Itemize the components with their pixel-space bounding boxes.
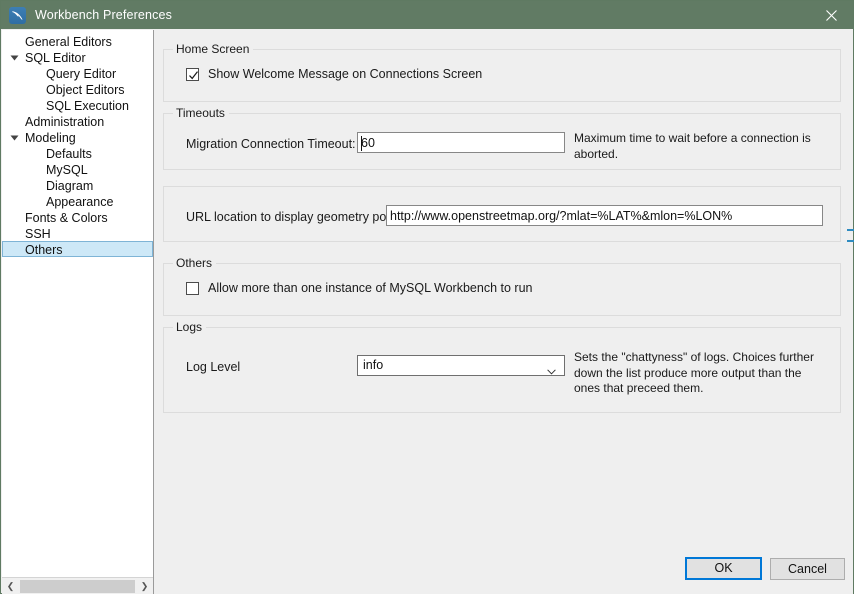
allow-multiple-instances-checkbox-row[interactable]: Allow more than one instance of MySQL Wo… <box>186 281 532 295</box>
chevron-down-icon[interactable] <box>547 362 556 381</box>
logs-legend: Logs <box>173 320 206 334</box>
sidebar-item-label: Others <box>25 243 63 257</box>
sidebar-item-diagram[interactable]: Diagram <box>2 177 153 193</box>
preferences-sidebar: General Editors SQL Editor Query Editor … <box>2 30 154 594</box>
show-welcome-message-checkbox-row[interactable]: Show Welcome Message on Connections Scre… <box>186 67 482 81</box>
geometry-url-label: URL location to display geometry point: <box>186 210 403 224</box>
sidebar-item-label: Appearance <box>46 195 113 209</box>
sidebar-item-label: SQL Editor <box>25 51 86 65</box>
sidebar-item-fonts-and-colors[interactable]: Fonts & Colors <box>2 209 153 225</box>
timeouts-legend: Timeouts <box>173 106 229 120</box>
close-icon[interactable] <box>809 1 853 29</box>
sidebar-item-label: Modeling <box>25 131 76 145</box>
sidebar-item-administration[interactable]: Administration <box>2 113 153 129</box>
sidebar-item-label: General Editors <box>25 35 112 49</box>
logs-group: Logs Log Level info Sets the "chattyness… <box>163 327 841 413</box>
timeouts-group: Timeouts Migration Connection Timeout: 6… <box>163 113 841 170</box>
sidebar-item-defaults[interactable]: Defaults <box>2 145 153 161</box>
geometry-url-group: URL location to display geometry point: … <box>163 186 841 242</box>
sidebar-item-mysql[interactable]: MySQL <box>2 161 153 177</box>
window-title: Workbench Preferences <box>35 8 172 22</box>
others-group: Others Allow more than one instance of M… <box>163 263 841 316</box>
edge-marker-bottom <box>847 240 854 242</box>
sidebar-item-modeling[interactable]: Modeling <box>2 129 153 145</box>
sidebar-item-others[interactable]: Others <box>2 241 153 257</box>
expander-triangle-icon[interactable] <box>11 136 19 141</box>
title-bar: Workbench Preferences <box>1 1 853 29</box>
preferences-window: Workbench Preferences General Editors SQ… <box>0 0 854 594</box>
sidebar-item-label: Object Editors <box>46 83 125 97</box>
preferences-tree: General Editors SQL Editor Query Editor … <box>2 33 153 257</box>
sidebar-item-appearance[interactable]: Appearance <box>2 193 153 209</box>
preferences-content: Home Screen Show Welcome Message on Conn… <box>154 30 853 594</box>
log-level-label: Log Level <box>186 360 240 374</box>
expander-triangle-icon[interactable] <box>11 56 19 61</box>
scroll-right-arrow-icon[interactable]: ❯ <box>136 578 153 594</box>
scroll-left-arrow-icon[interactable]: ❮ <box>2 578 19 594</box>
log-level-value: info <box>363 358 383 372</box>
allow-multiple-instances-checkbox[interactable] <box>186 282 199 295</box>
sidebar-item-sql-execution[interactable]: SQL Execution <box>2 97 153 113</box>
migration-timeout-label: Migration Connection Timeout: <box>186 137 356 151</box>
sidebar-item-label: SSH <box>25 227 51 241</box>
sidebar-item-general-editors[interactable]: General Editors <box>2 33 153 49</box>
sidebar-item-label: MySQL <box>46 163 88 177</box>
sidebar-item-object-editors[interactable]: Object Editors <box>2 81 153 97</box>
migration-timeout-hint: Maximum time to wait before a connection… <box>574 131 824 162</box>
scrollbar-thumb[interactable] <box>20 580 135 593</box>
show-welcome-message-checkbox[interactable] <box>186 68 199 81</box>
home-screen-legend: Home Screen <box>173 42 253 56</box>
mysql-dolphin-icon <box>9 7 26 24</box>
ok-button[interactable]: OK <box>685 557 762 580</box>
cancel-button[interactable]: Cancel <box>770 558 845 580</box>
sidebar-item-label: Administration <box>25 115 104 129</box>
log-level-select[interactable]: info <box>357 355 565 376</box>
sidebar-item-label: Diagram <box>46 179 93 193</box>
allow-multiple-instances-label: Allow more than one instance of MySQL Wo… <box>208 281 532 295</box>
sidebar-item-query-editor[interactable]: Query Editor <box>2 65 153 81</box>
sidebar-item-label: Fonts & Colors <box>25 211 108 225</box>
sidebar-item-label: SQL Execution <box>46 99 129 113</box>
sidebar-item-label: Defaults <box>46 147 92 161</box>
log-level-hint: Sets the "chattyness" of logs. Choices f… <box>574 350 824 397</box>
show-welcome-message-label: Show Welcome Message on Connections Scre… <box>208 67 482 81</box>
sidebar-item-ssh[interactable]: SSH <box>2 225 153 241</box>
sidebar-item-label: Query Editor <box>46 67 116 81</box>
sidebar-item-sql-editor[interactable]: SQL Editor <box>2 49 153 65</box>
geometry-url-input[interactable]: http://www.openstreetmap.org/?mlat=%LAT%… <box>386 205 823 226</box>
home-screen-group: Home Screen Show Welcome Message on Conn… <box>163 49 841 102</box>
others-legend: Others <box>173 256 216 270</box>
edge-marker-top <box>847 229 854 231</box>
migration-timeout-input[interactable]: 60 <box>357 132 565 153</box>
sidebar-horizontal-scrollbar[interactable]: ❮ ❯ <box>2 577 153 594</box>
